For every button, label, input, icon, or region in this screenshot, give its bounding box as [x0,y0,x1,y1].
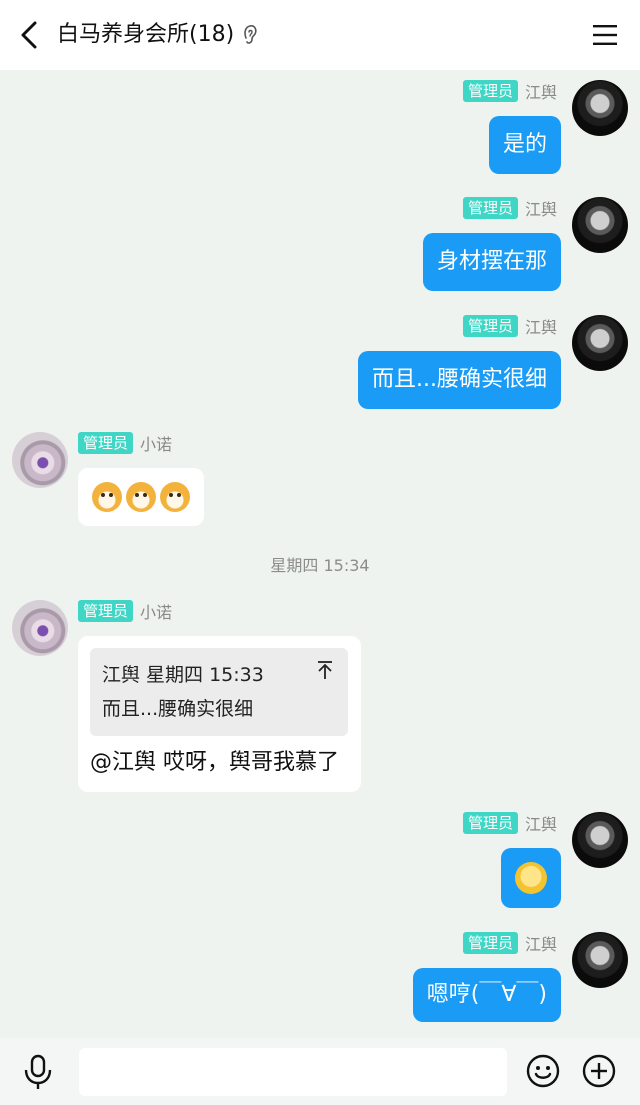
admin-badge: 管理员 [462,197,518,219]
microphone-icon [24,1054,52,1089]
sender-meta: 管理员 小诺 [78,432,172,454]
reply-text: @江舆 哎呀，舆哥我慕了 [90,750,339,775]
admin-badge: 管理员 [78,600,134,622]
back-button[interactable] [12,17,46,53]
emoji-button[interactable] [526,1054,560,1088]
avatar[interactable] [12,432,68,488]
message-input[interactable] [79,1048,507,1096]
message-bubble[interactable] [501,848,561,908]
avatar[interactable] [572,197,628,253]
avatar[interactable] [572,932,628,988]
message-outgoing: 管理员 江舆 身材摆在那 [0,197,640,292]
quote-header: 江舆 星期四 15:33 [102,664,264,686]
sender-meta: 管理员 江舆 [462,315,557,337]
avatar[interactable] [12,600,68,656]
reply-bubble[interactable]: 江舆 星期四 15:33 而且...腰确实很细 @江舆 哎呀，舆哥我慕了 [78,636,361,792]
more-button[interactable] [582,1054,616,1088]
avatar[interactable] [572,315,628,371]
sender-meta: 管理员 江舆 [462,932,557,954]
chick-sticker-icon [515,862,547,894]
group-name: 白马养身会所(18) [57,22,235,47]
message-bubble[interactable]: 身材摆在那 [422,233,561,291]
plus-circle-icon [582,1054,616,1088]
message-incoming: 管理员 小诺 江舆 星期四 15:33 而且...腰确实很细 @江舆 哎呀，舆哥… [0,600,640,792]
admin-badge: 管理员 [462,812,518,834]
quoted-message[interactable]: 江舆 星期四 15:33 而且...腰确实很细 [90,648,348,736]
message-outgoing: 管理员 江舆 [0,812,640,912]
admin-badge: 管理员 [78,432,134,454]
sender-name: 江舆 [524,935,557,954]
admin-badge: 管理员 [462,315,518,337]
sender-name: 江舆 [524,318,557,337]
chat-header: 白马养身会所(18) [0,0,640,70]
message-bubble[interactable]: 是的 [488,116,561,174]
sender-name: 江舆 [524,815,557,834]
sender-name: 小诺 [140,435,173,454]
jump-to-top-icon[interactable] [316,660,334,680]
admin-badge: 管理员 [462,932,518,954]
smiley-icon [526,1054,560,1088]
sender-name: 江舆 [524,83,557,102]
message-outgoing: 管理员 江舆 是的 [0,80,640,175]
sender-meta: 管理员 小诺 [78,600,172,622]
message-incoming: 管理员 小诺 [0,432,640,527]
ear-icon [244,25,257,44]
sender-meta: 管理员 江舆 [462,812,557,834]
sender-name: 江舆 [524,200,557,219]
hamburger-menu-icon [593,25,617,45]
group-title[interactable]: 白马养身会所(18) [57,20,258,50]
message-bubble[interactable]: 而且...腰确实很细 [358,351,561,409]
dog-emoji-icon [92,482,122,512]
message-outgoing: 管理员 江舆 嗯哼(￣∀￣) [0,932,640,1027]
voice-button[interactable] [22,1054,54,1090]
timestamp: 星期四 15:34 [270,556,370,575]
dog-emoji-icon [126,482,156,512]
input-bar [0,1038,640,1105]
message-bubble[interactable]: 嗯哼(￣∀￣) [412,968,561,1022]
avatar[interactable] [572,812,628,868]
quote-text: 而且...腰确实很细 [102,698,254,720]
dog-emoji-icon [160,482,190,512]
admin-badge: 管理员 [462,80,518,102]
chevron-left-icon [21,21,37,49]
menu-button[interactable] [592,22,618,48]
sender-name: 小诺 [140,603,173,622]
emoji-row [92,482,190,512]
sender-meta: 管理员 江舆 [462,80,557,102]
message-outgoing: 管理员 江舆 而且...腰确实很细 [0,315,640,410]
sender-meta: 管理员 江舆 [462,197,557,219]
avatar[interactable] [572,80,628,136]
message-bubble[interactable] [78,468,204,526]
